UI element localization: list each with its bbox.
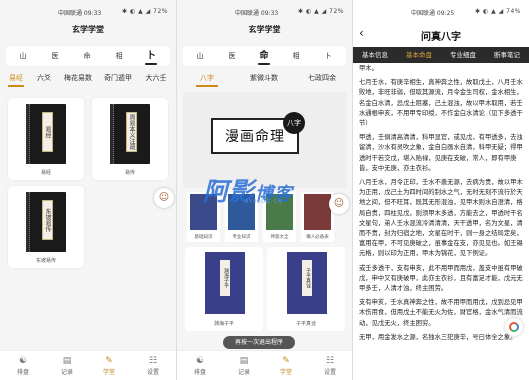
nav-school[interactable]: ✎ 学堂 [271, 355, 301, 376]
nav-school[interactable]: ✎ 学堂 [94, 355, 124, 376]
tab-notes[interactable]: 断事笔记 [485, 47, 529, 63]
book-card[interactable]: 子平真诠 子平真诠 [267, 247, 345, 331]
book-cover: 子平真诠 [287, 252, 327, 314]
tab-fate[interactable]: 命 [249, 46, 279, 66]
status-carrier-time: 中国联通 09:33 [58, 10, 102, 17]
main-tab-bar: 山 医 命 相 卜 [6, 46, 170, 66]
article-paragraph: 无甲，用金发水之源，名独水三犯庚辛，号曰体全之象。 [359, 333, 517, 341]
detail-tab-bar: 基本信息 基本命盘 专业细盘 断事笔记 [353, 47, 529, 63]
school-screen-divination: 中国联通 09:33 ✱ ◐ ▲ ◢ 72% 玄学学堂 山 医 命 相 卜 易经… [0, 0, 176, 380]
records-icon: ▤ [239, 356, 249, 366]
subtab-bazi[interactable]: 八字 [189, 69, 225, 87]
book-card[interactable]: 易经 易经 [8, 98, 84, 180]
book-card[interactable]: 周易本义注疏 易传 [92, 98, 168, 180]
tab-pro-chart[interactable]: 专业细盘 [441, 47, 485, 63]
bottom-nav: ☯ 排盘 ▤ 记录 ✎ 学堂 ☷ 设置 [0, 350, 176, 380]
status-icons: ✱ ◐ ▲ ◢ 72% [122, 8, 168, 15]
book-cover: 周易本义注疏 [110, 104, 150, 164]
status-carrier-time: 中国联通 09:25 [411, 10, 455, 17]
nav-paipan[interactable]: ☯ 排盘 [8, 355, 38, 376]
main-tab-bar: 山 医 命 相 卜 [183, 46, 346, 66]
bazi-detail-screen: 中国联通 09:25 ✱ ◐ ▲ ◢ 74% ‹ 问真八字 基本信息 基本命盘 … [353, 0, 529, 380]
tab-basic-info[interactable]: 基本信息 [353, 47, 397, 63]
article-paragraph: 支有申亥，壬水真神奔之性，故不用甲而用戊，戊到忌见甲木伤用食，但用戊土不能无火为… [359, 299, 523, 327]
subtab-liuyao[interactable]: 六爻 [30, 69, 58, 87]
article-paragraph: 甲透，壬俱清高清清，科甲显官，或见戊，有甲透多，去浊留清，沙水有灵吹之象，金自白… [359, 134, 523, 172]
page-header: ‹ 问真八字 [353, 22, 529, 46]
tab-divination[interactable]: 卜 [136, 46, 166, 66]
tab-fate[interactable]: 命 [72, 46, 102, 66]
sub-tab-bar: 八字 紫微斗数 七政四余 [177, 69, 352, 87]
avatar-icon: ☺ [333, 198, 345, 209]
status-carrier-time: 中国联通 09:33 [235, 10, 279, 17]
nav-settings[interactable]: ☷ 设置 [138, 355, 168, 376]
records-icon: ▤ [62, 356, 72, 366]
floating-action-button[interactable] [505, 318, 523, 336]
sub-tab-bar: 易经 六爻 梅花易数 奇门遁甲 大六壬 [0, 69, 176, 87]
settings-icon: ☷ [325, 356, 335, 366]
book-title: 易经 [40, 170, 51, 176]
article-paragraph: 八月壬水，月令正印，壬水不患无源，去病为贵，故以甲木为正用，戊己土为四时间的制水… [359, 179, 523, 258]
subtab-ziwei[interactable]: 紫微斗数 [239, 69, 289, 87]
page-title: 玄学学堂 [72, 25, 104, 34]
tab-physiognomy[interactable]: 相 [104, 46, 134, 66]
subtab-qizheng[interactable]: 七政四余 [297, 69, 347, 87]
article-body: 甲木。 七月壬水，有庚辛相生，真神奔之性，故取戊土，八月壬水败地，非旺非弱，但取… [359, 64, 523, 347]
book-card[interactable]: 东坡易传 东坡易传 [8, 186, 84, 268]
book-cover: 渊海子平 [205, 252, 245, 314]
subtab-meihua[interactable]: 梅花易数 [58, 69, 98, 87]
book-title: 易传 [124, 170, 135, 176]
tab-medicine[interactable]: 医 [217, 46, 247, 66]
tab-medicine[interactable]: 医 [40, 46, 70, 66]
banner-seal: 八字 [283, 112, 305, 134]
subtab-qimen[interactable]: 奇门遁甲 [98, 69, 138, 87]
page-title: 问真八字 [421, 32, 461, 43]
tab-mountain[interactable]: 山 [185, 46, 215, 66]
nav-records[interactable]: ▤ 记录 [52, 355, 82, 376]
tab-basic-chart[interactable]: 基本命盘 [397, 47, 441, 63]
book-cover: 东坡易传 [26, 192, 66, 252]
ring-icon [509, 322, 519, 332]
book-title: 东坡易传 [35, 258, 56, 264]
status-bar: 中国联通 09:33 ✱ ◐ ▲ ◢ 72% [0, 0, 176, 20]
taiji-icon: ☯ [195, 356, 205, 366]
bottom-nav: ☯ 排盘 ▤ 记录 ✎ 学堂 ☷ 设置 [177, 350, 352, 380]
book-title: 渊海子平 [213, 321, 234, 327]
page-title: 玄学学堂 [248, 25, 281, 34]
book-title: 子平真诠 [295, 321, 316, 327]
status-icons: ✱ ◐ ▲ ◢ 72% [298, 8, 344, 15]
status-bar: 中国联通 09:25 ✱ ◐ ▲ ◢ 74% [353, 0, 529, 20]
subtab-yijing[interactable]: 易经 [2, 69, 30, 87]
mini-book-cover [304, 194, 331, 230]
status-icons: ✱ ◐ ▲ ◢ 74% [475, 8, 521, 15]
article-paragraph: 甲木。 [359, 65, 378, 72]
article-paragraph: 或壬多透干，支有申亥，此不用甲而用戊，盖支中虽有甲破戊，申中又有庚破甲，此亦主衣… [359, 264, 523, 293]
subtab-daliuren[interactable]: 大六壬 [138, 69, 174, 87]
nav-settings[interactable]: ☷ 设置 [315, 355, 345, 376]
tab-mountain[interactable]: 山 [8, 46, 38, 66]
tab-divination[interactable]: 卜 [313, 46, 343, 66]
book-cover: 易经 [26, 104, 66, 164]
exit-toast: 再按一次退出程序 [223, 336, 295, 349]
nav-records[interactable]: ▤ 记录 [229, 355, 259, 376]
book-card[interactable]: 渊海子平 渊海子平 [185, 247, 263, 331]
assistant-avatar-button[interactable]: ☺ [154, 188, 174, 208]
watermark-logo: 阿影博客 AYBLOG.CN [203, 177, 294, 206]
assistant-avatar-button[interactable]: ☺ [329, 194, 349, 214]
tab-physiognomy[interactable]: 相 [281, 46, 311, 66]
school-icon: ✎ [282, 356, 290, 366]
status-bar: 中国联通 09:33 ✱ ◐ ▲ ◢ 72% [177, 0, 352, 20]
article-paragraph: 七月壬水，有庚辛相生，真神奔之性，故取戊土，八月壬水败地，非旺非弱，但取其源流，… [359, 79, 523, 128]
school-icon: ✎ [105, 356, 113, 366]
nav-paipan[interactable]: ☯ 排盘 [185, 355, 215, 376]
settings-icon: ☷ [148, 356, 158, 366]
taiji-icon: ☯ [18, 356, 28, 366]
avatar-icon: ☺ [158, 192, 170, 203]
